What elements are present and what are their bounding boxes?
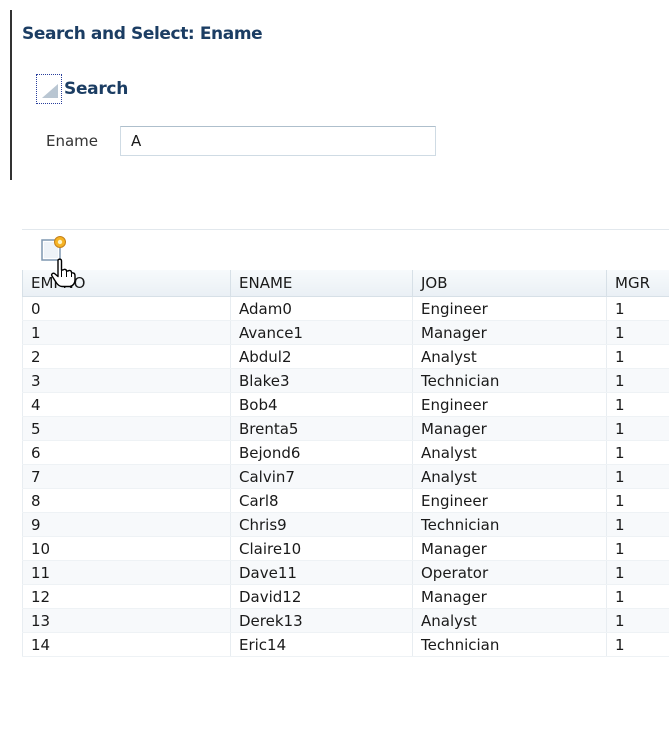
cell-ename: Brenta5: [230, 416, 413, 441]
window-left-border: [10, 10, 12, 180]
cell-empno: 3: [22, 368, 231, 393]
cell-job: Operator: [412, 560, 607, 585]
cell-ename: Avance1: [230, 320, 413, 345]
cell-mgr: 1: [606, 608, 669, 633]
table-row[interactable]: 0 Adam0 Engineer 1: [22, 296, 669, 321]
cell-ename: Blake3: [230, 368, 413, 393]
cell-empno: 6: [22, 440, 231, 465]
cell-empno: 8: [22, 488, 231, 513]
table-row[interactable]: 6 Bejond6 Analyst 1: [22, 440, 669, 465]
cell-job: Analyst: [412, 464, 607, 489]
panel-separator: [22, 229, 669, 230]
table-row[interactable]: 14 Eric14 Technician 1: [22, 632, 669, 657]
table-row[interactable]: 1 Avance1 Manager 1: [22, 320, 669, 345]
cell-job: Technician: [412, 368, 607, 393]
cell-empno: 5: [22, 416, 231, 441]
cell-job: Analyst: [412, 440, 607, 465]
cell-mgr: 1: [606, 368, 669, 393]
hand-pointer-icon: [50, 258, 76, 288]
cell-mgr: 1: [606, 632, 669, 657]
cell-ename: Bob4: [230, 392, 413, 417]
cell-job: Engineer: [412, 392, 607, 417]
cell-empno: 4: [22, 392, 231, 417]
cell-ename: Carl8: [230, 488, 413, 513]
cell-mgr: 1: [606, 512, 669, 537]
cell-ename: Adam0: [230, 296, 413, 321]
cell-job: Analyst: [412, 608, 607, 633]
table-row[interactable]: 4 Bob4 Engineer 1: [22, 392, 669, 417]
table-row[interactable]: 11 Dave11 Operator 1: [22, 560, 669, 585]
cell-mgr: 1: [606, 296, 669, 321]
cell-ename: Claire10: [230, 536, 413, 561]
cell-mgr: 1: [606, 344, 669, 369]
cell-empno: 14: [22, 632, 231, 657]
cell-job: Manager: [412, 536, 607, 561]
ename-search-input[interactable]: [120, 126, 436, 156]
column-header-mgr[interactable]: MGR: [606, 270, 669, 297]
disclosure-toggle[interactable]: [36, 74, 62, 104]
results-table-container[interactable]: EMPNO ENAME JOB MGR 0Adam0Engineer11Avan…: [22, 270, 669, 734]
column-header-ename[interactable]: ENAME: [230, 270, 413, 297]
cell-ename: Dave11: [230, 560, 413, 585]
cell-empno: 10: [22, 536, 231, 561]
cell-mgr: 1: [606, 464, 669, 489]
table-row[interactable]: 7 Calvin7 Analyst 1: [22, 464, 669, 489]
table-row[interactable]: 12 David12 Manager 1: [22, 584, 669, 609]
table-row[interactable]: 10 Claire10 Manager 1: [22, 536, 669, 561]
column-header-job[interactable]: JOB: [412, 270, 607, 297]
table-row[interactable]: 8 Carl8 Engineer 1: [22, 488, 669, 513]
results-table: EMPNO ENAME JOB MGR 0Adam0Engineer11Avan…: [22, 270, 669, 657]
cell-job: Technician: [412, 512, 607, 537]
cell-empno: 2: [22, 344, 231, 369]
table-body: 0 Adam0 Engineer 1 1 Avance1 Manager 1 2 Abdul2 An…: [22, 296, 669, 657]
cell-job: Manager: [412, 584, 607, 609]
expanded-triangle-icon: [42, 84, 58, 98]
cell-job: Manager: [412, 320, 607, 345]
cell-job: Manager: [412, 416, 607, 441]
cell-empno: 7: [22, 464, 231, 489]
cell-mgr: 1: [606, 416, 669, 441]
cell-mgr: 1: [606, 560, 669, 585]
cell-job: Engineer: [412, 488, 607, 513]
cell-ename: Derek13: [230, 608, 413, 633]
cell-mgr: 1: [606, 320, 669, 345]
table-row[interactable]: 9 Chris9 Technician 1: [22, 512, 669, 537]
cell-ename: Calvin7: [230, 464, 413, 489]
cell-ename: Bejond6: [230, 440, 413, 465]
cell-mgr: 1: [606, 536, 669, 561]
cell-mgr: 1: [606, 488, 669, 513]
cell-empno: 11: [22, 560, 231, 585]
table-header-row: EMPNO ENAME JOB MGR: [22, 270, 669, 297]
cell-empno: 13: [22, 608, 231, 633]
search-header-label: Search: [64, 79, 129, 99]
cell-ename: David12: [230, 584, 413, 609]
cell-job: Analyst: [412, 344, 607, 369]
cell-empno: 12: [22, 584, 231, 609]
cell-mgr: 1: [606, 392, 669, 417]
ename-field-label: Ename: [46, 132, 99, 150]
cell-empno: 9: [22, 512, 231, 537]
cell-job: Engineer: [412, 296, 607, 321]
cell-ename: Eric14: [230, 632, 413, 657]
cell-empno: 0: [22, 296, 231, 321]
cell-ename: Abdul2: [230, 344, 413, 369]
cell-mgr: 1: [606, 584, 669, 609]
cell-mgr: 1: [606, 440, 669, 465]
table-row[interactable]: 2 Abdul2 Analyst 1: [22, 344, 669, 369]
table-row[interactable]: 3 Blake3 Technician 1: [22, 368, 669, 393]
table-row[interactable]: 5 Brenta5 Manager 1: [22, 416, 669, 441]
table-row[interactable]: 13 Derek13 Analyst 1: [22, 608, 669, 633]
cell-ename: Chris9: [230, 512, 413, 537]
dialog-title: Search and Select: Ename: [22, 24, 263, 44]
cell-job: Technician: [412, 632, 607, 657]
cell-empno: 1: [22, 320, 231, 345]
